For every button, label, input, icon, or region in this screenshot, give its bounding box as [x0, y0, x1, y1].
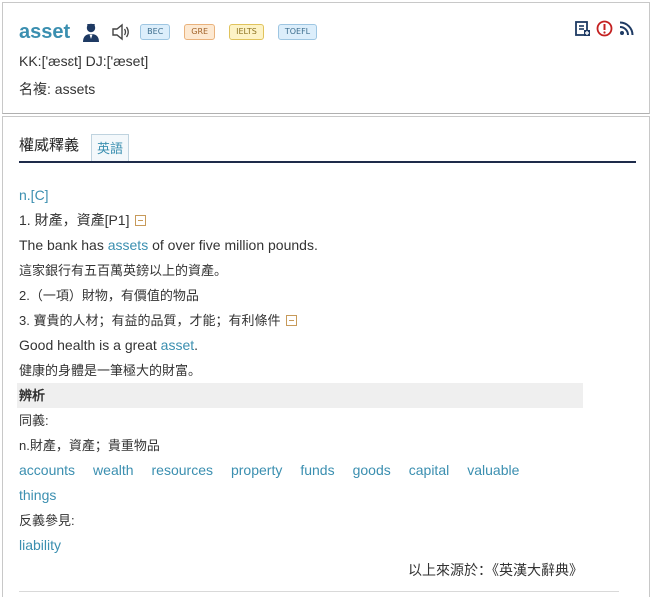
synonym-list: accounts wealth resources property funds…	[19, 458, 579, 508]
pronunciation: KK:['æsɛt] DJ:['æset]	[19, 53, 149, 69]
report-error-icon[interactable]	[596, 20, 613, 37]
synonym-link[interactable]: things	[19, 483, 56, 508]
speaker-icon[interactable]	[110, 21, 132, 43]
sense-1-text: 1. 財產，資產[P1]	[19, 212, 130, 228]
source-note: 以上來源於：《英漢大辭典》	[408, 562, 583, 578]
example-2: Good health is a great asset.	[19, 333, 619, 358]
plural-form: 名複: assets	[19, 81, 96, 97]
synonyms-definition: n.財產，資產；貴重物品	[19, 438, 160, 453]
synonym-link[interactable]: accounts	[19, 458, 75, 483]
example-2-text: Good health is a great	[19, 337, 161, 353]
tab-authoritative[interactable]: 權威釋義	[19, 134, 79, 161]
example-1-text: The bank has	[19, 237, 108, 253]
headword-row: asset BEC GRE IELTS TOEFL	[19, 19, 331, 45]
person-icon[interactable]	[80, 21, 102, 43]
example-1-text-end: of over five million pounds.	[148, 237, 318, 253]
tool-icons	[574, 20, 635, 37]
antonyms-label: 反義參見:	[19, 513, 75, 528]
divider	[19, 591, 619, 592]
badge-toefl[interactable]: TOEFL	[277, 24, 318, 40]
synonym-link[interactable]: valuable	[467, 458, 519, 483]
example-1-link[interactable]: assets	[108, 237, 148, 253]
synonym-link[interactable]: resources	[152, 458, 213, 483]
entry-header-panel: asset BEC GRE IELTS TOEFL KK:['æsɛt] DJ:…	[2, 2, 650, 114]
definition-panel: 權威釋義 英語 n.[C] 1. 財產，資產[P1] The bank has …	[2, 116, 650, 597]
example-2-text-end: .	[194, 337, 199, 353]
collapse-toggle-icon[interactable]	[135, 215, 147, 226]
synonyms-label: 同義:	[19, 413, 49, 428]
headword: asset	[19, 20, 71, 43]
synonym-link[interactable]: goods	[353, 458, 391, 483]
dictionary-tabs: 權威釋義 英語	[19, 134, 636, 163]
analysis-heading: 辨析	[17, 383, 583, 408]
badge-ielts[interactable]: IELTS	[229, 24, 264, 40]
collapse-toggle-icon[interactable]	[286, 315, 298, 326]
sense-2: 2.（一項）財物，有價值的物品	[19, 288, 199, 303]
badge-gre[interactable]: GRE	[184, 24, 216, 40]
synonym-link[interactable]: wealth	[93, 458, 133, 483]
antonym-link[interactable]: liability	[19, 537, 61, 553]
synonym-link[interactable]: funds	[300, 458, 334, 483]
sense-3: 3. 寶貴的人材；有益的品質，才能；有利條件	[19, 308, 619, 333]
synonym-link[interactable]: property	[231, 458, 282, 483]
rss-icon[interactable]	[618, 20, 635, 37]
add-to-wordbook-icon[interactable]	[574, 20, 591, 37]
example-1: The bank has assets of over five million…	[19, 233, 619, 258]
example-1-translation: 這家銀行有五百萬英鎊以上的資產。	[19, 263, 228, 278]
part-of-speech: n.[C]	[19, 187, 49, 203]
definition-content: n.[C] 1. 財產，資產[P1] The bank has assets o…	[17, 183, 619, 592]
sense-1: 1. 財產，資產[P1]	[19, 208, 619, 233]
synonym-link[interactable]: capital	[409, 458, 449, 483]
example-2-link[interactable]: asset	[161, 337, 194, 353]
example-2-translation: 健康的身體是一筆極大的財富。	[19, 363, 202, 378]
sense-3-text: 3. 寶貴的人材；有益的品質，才能；有利條件	[19, 313, 281, 328]
tab-english[interactable]: 英語	[91, 134, 130, 161]
antonym-list: liability	[19, 533, 619, 558]
badge-bec[interactable]: BEC	[140, 24, 171, 40]
